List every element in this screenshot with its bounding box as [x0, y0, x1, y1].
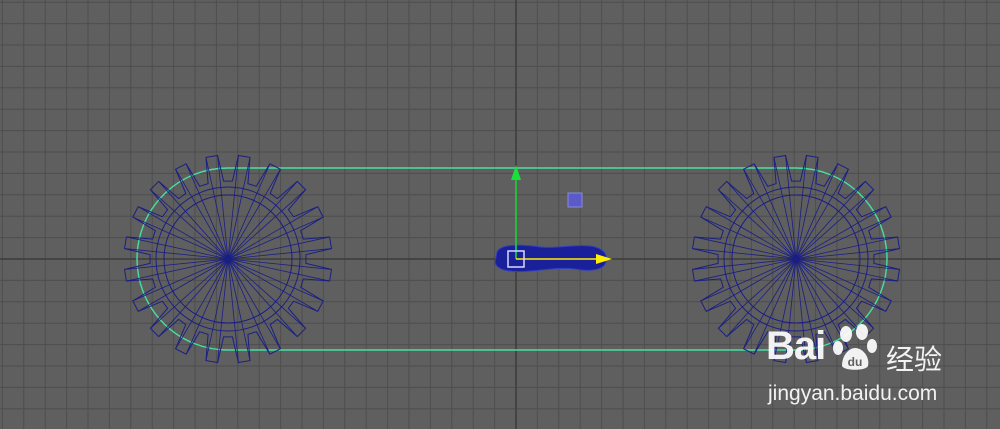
gear-spoke — [158, 181, 229, 260]
gear-center — [793, 256, 799, 262]
gear-spoke — [158, 258, 229, 337]
gear-spoke — [126, 258, 229, 282]
watermark: Bai du 经验 jingyan.baidu.com — [766, 318, 966, 418]
gear-spoke — [205, 258, 229, 361]
gear-spoke — [694, 236, 797, 260]
left-gear[interactable] — [123, 154, 333, 364]
gear-spoke — [773, 157, 797, 260]
gear-spoke — [227, 157, 251, 260]
3d-viewport[interactable]: Bai du 经验 jingyan.baidu.com — [0, 0, 1000, 429]
watermark-cn-text: 经验 — [886, 343, 943, 376]
gear-spoke — [753, 163, 797, 260]
watermark-url: jingyan.baidu.com — [768, 382, 938, 405]
svg-text:du: du — [848, 355, 863, 369]
gear-spoke — [205, 157, 229, 260]
gear-spoke — [227, 258, 330, 282]
gear-spoke — [227, 236, 330, 260]
gear-spoke — [227, 258, 298, 337]
gear-spoke — [795, 258, 898, 282]
gear-spoke — [227, 258, 251, 361]
baidu-paw-icon: du — [833, 324, 877, 370]
locator-handle[interactable] — [567, 192, 583, 208]
gear-spoke — [185, 163, 229, 260]
y-axis-arrow-icon[interactable] — [511, 165, 521, 180]
gear-center — [225, 256, 231, 262]
gear-spoke — [795, 189, 874, 260]
gear-spoke — [795, 163, 839, 260]
gear-spoke — [227, 189, 306, 260]
gear-spoke — [185, 258, 229, 355]
gear-spoke — [726, 181, 797, 260]
watermark-brand: Bai — [766, 324, 826, 368]
gear-spoke — [795, 157, 819, 260]
gear-spoke — [227, 163, 271, 260]
gear-spoke — [795, 236, 898, 260]
gear-spoke — [795, 181, 866, 260]
gear-spoke — [227, 181, 298, 260]
gear-spoke — [126, 236, 229, 260]
gear-spoke — [227, 258, 271, 355]
gear-spoke — [227, 258, 306, 329]
gear-spoke — [694, 258, 797, 282]
